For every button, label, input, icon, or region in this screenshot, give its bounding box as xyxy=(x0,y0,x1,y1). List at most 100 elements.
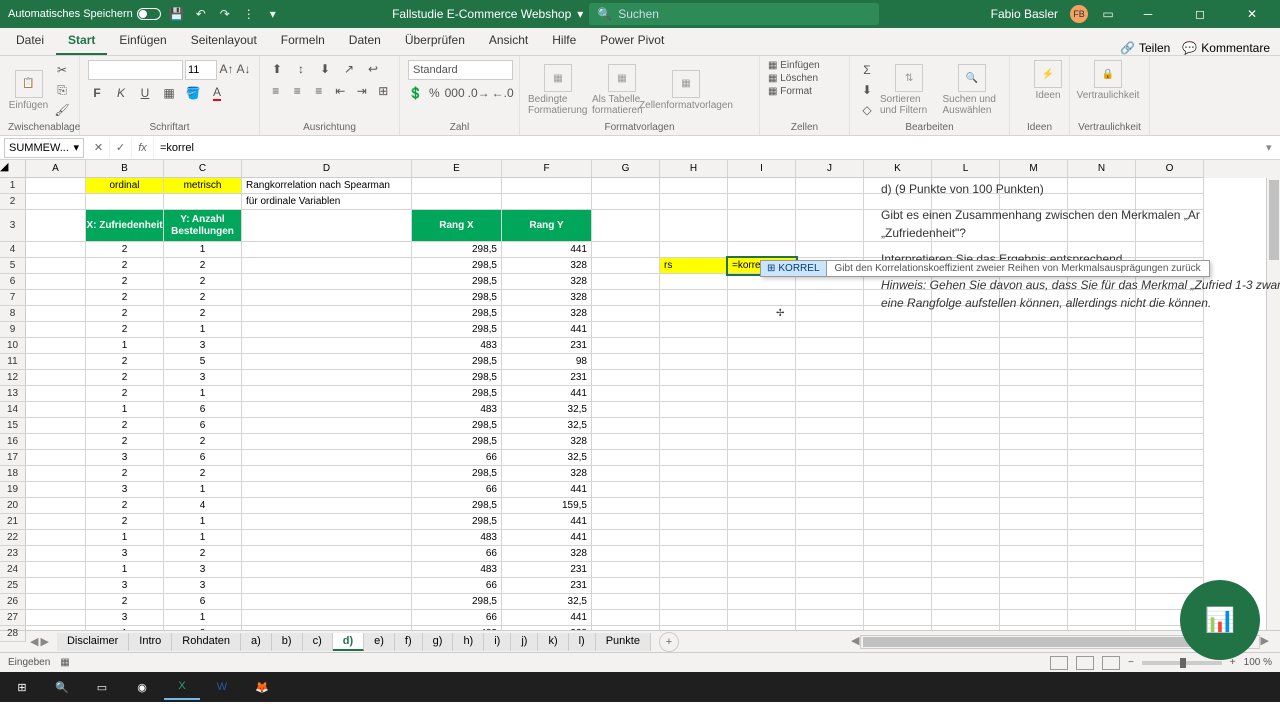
tab-power pivot[interactable]: Power Pivot xyxy=(588,27,676,55)
cell[interactable] xyxy=(728,418,796,434)
cell[interactable] xyxy=(242,626,412,630)
cell[interactable] xyxy=(26,546,86,562)
cell[interactable] xyxy=(660,210,728,242)
sheet-tab-a)[interactable]: a) xyxy=(241,633,272,651)
cell-e5[interactable]: 298,5 xyxy=(412,258,502,274)
dec-decimal-icon[interactable]: ←.0 xyxy=(494,84,512,102)
cell[interactable] xyxy=(1000,594,1068,610)
cell[interactable] xyxy=(1068,386,1136,402)
cell[interactable] xyxy=(592,402,660,418)
col-header-L[interactable]: L xyxy=(932,160,1000,178)
sheet-nav-prev-icon[interactable]: ◀ xyxy=(30,635,38,648)
cell[interactable] xyxy=(592,626,660,630)
cell[interactable] xyxy=(728,434,796,450)
cell-c9[interactable]: 1 xyxy=(164,322,242,338)
cell-c24[interactable]: 3 xyxy=(164,562,242,578)
row-header-7[interactable]: 7 xyxy=(0,290,26,306)
row-header-26[interactable]: 26 xyxy=(0,594,26,610)
cell-c13[interactable]: 1 xyxy=(164,386,242,402)
cell[interactable] xyxy=(660,626,728,630)
search-box[interactable]: 🔍 Suchen xyxy=(589,3,879,25)
tab-start[interactable]: Start xyxy=(56,27,107,55)
cell[interactable] xyxy=(26,466,86,482)
cell-c22[interactable]: 1 xyxy=(164,530,242,546)
cell[interactable] xyxy=(26,498,86,514)
firefox-task-icon[interactable]: 🦊 xyxy=(244,674,280,700)
cell[interactable] xyxy=(26,402,86,418)
cell-b25[interactable]: 3 xyxy=(86,578,164,594)
cell[interactable] xyxy=(796,626,864,630)
cell[interactable] xyxy=(660,450,728,466)
cell-c26[interactable]: 6 xyxy=(164,594,242,610)
cell[interactable] xyxy=(242,210,412,242)
cell[interactable] xyxy=(1000,562,1068,578)
cell[interactable] xyxy=(864,450,932,466)
cell[interactable] xyxy=(242,354,412,370)
cell-f21[interactable]: 441 xyxy=(502,514,592,530)
normal-view-icon[interactable] xyxy=(1050,656,1068,670)
cell-b1[interactable]: ordinal xyxy=(86,178,164,194)
cell[interactable] xyxy=(864,354,932,370)
cell-b20[interactable]: 2 xyxy=(86,498,164,514)
cell[interactable] xyxy=(242,610,412,626)
cell[interactable] xyxy=(242,434,412,450)
redo-icon[interactable]: ↷ xyxy=(217,6,233,22)
cell[interactable] xyxy=(932,610,1000,626)
row-header-13[interactable]: 13 xyxy=(0,386,26,402)
cell[interactable] xyxy=(1068,498,1136,514)
cell-e23[interactable]: 66 xyxy=(412,546,502,562)
row-header-27[interactable]: 27 xyxy=(0,610,26,626)
cell-f16[interactable]: 328 xyxy=(502,434,592,450)
cell[interactable] xyxy=(728,354,796,370)
cell[interactable] xyxy=(592,274,660,290)
align-right-icon[interactable]: ≡ xyxy=(311,82,327,100)
cell[interactable] xyxy=(164,194,242,210)
cell[interactable] xyxy=(1136,402,1204,418)
tab-überprüfen[interactable]: Überprüfen xyxy=(393,27,477,55)
tab-hilfe[interactable]: Hilfe xyxy=(540,27,588,55)
cell-c7[interactable]: 2 xyxy=(164,290,242,306)
task-view-icon[interactable]: ▭ xyxy=(84,674,120,700)
sheet-tab-e)[interactable]: e) xyxy=(364,633,395,651)
row-header-4[interactable]: 4 xyxy=(0,242,26,258)
cell-f10[interactable]: 231 xyxy=(502,338,592,354)
cell[interactable] xyxy=(660,354,728,370)
cell[interactable] xyxy=(592,466,660,482)
cell[interactable] xyxy=(1068,514,1136,530)
wrap-icon[interactable]: ↩ xyxy=(364,60,382,78)
cell-e27[interactable]: 66 xyxy=(412,610,502,626)
cell[interactable] xyxy=(26,274,86,290)
zoom-level[interactable]: 100 % xyxy=(1244,657,1272,668)
cell[interactable] xyxy=(796,306,864,322)
cell-b24[interactable]: 1 xyxy=(86,562,164,578)
cell[interactable] xyxy=(592,498,660,514)
cell[interactable] xyxy=(796,178,864,194)
touch-icon[interactable]: ⋮ xyxy=(241,6,257,22)
cell[interactable] xyxy=(932,626,1000,630)
cell[interactable] xyxy=(864,338,932,354)
cell-e10[interactable]: 483 xyxy=(412,338,502,354)
cell[interactable] xyxy=(242,418,412,434)
cell[interactable] xyxy=(1068,322,1136,338)
cell[interactable] xyxy=(660,386,728,402)
row-header-3[interactable]: 3 xyxy=(0,210,26,242)
cell[interactable] xyxy=(932,546,1000,562)
cell-f23[interactable]: 328 xyxy=(502,546,592,562)
cell[interactable] xyxy=(864,386,932,402)
cell[interactable] xyxy=(864,610,932,626)
row-header-18[interactable]: 18 xyxy=(0,466,26,482)
cell[interactable] xyxy=(242,242,412,258)
cell-c4[interactable]: 1 xyxy=(164,242,242,258)
cell[interactable] xyxy=(864,402,932,418)
cell[interactable] xyxy=(796,434,864,450)
cell[interactable] xyxy=(592,418,660,434)
cell[interactable] xyxy=(796,610,864,626)
cell[interactable] xyxy=(796,402,864,418)
cell[interactable] xyxy=(1000,626,1068,630)
more-icon[interactable]: ▾ xyxy=(265,6,281,22)
cell[interactable] xyxy=(728,386,796,402)
cell[interactable] xyxy=(242,370,412,386)
col-header-N[interactable]: N xyxy=(1068,160,1136,178)
cell[interactable] xyxy=(1068,450,1136,466)
cell[interactable] xyxy=(1068,434,1136,450)
